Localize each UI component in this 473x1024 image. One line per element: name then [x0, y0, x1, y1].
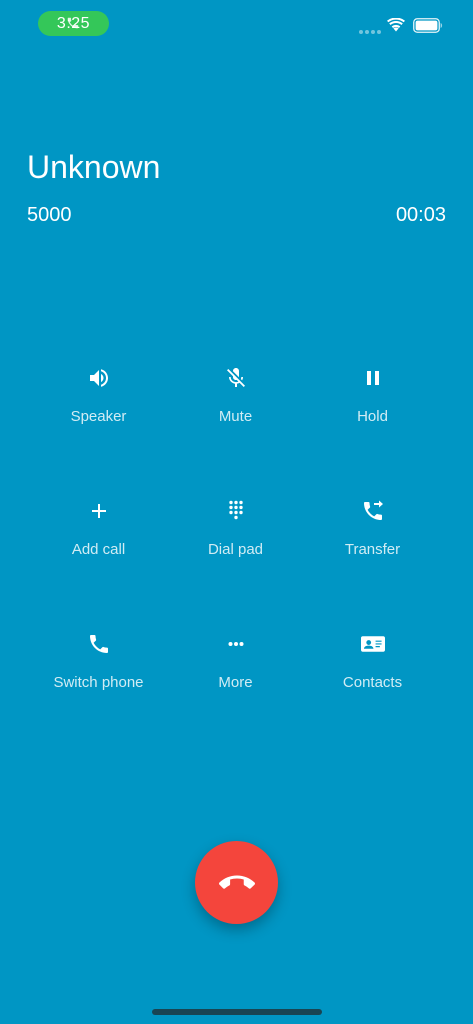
time-pill[interactable]: 3:25 [38, 11, 109, 36]
pause-icon [361, 366, 385, 390]
hang-up-icon [218, 875, 255, 889]
switch-phone-label: Switch phone [53, 674, 144, 691]
dial-pad-button[interactable]: Dial pad [167, 491, 304, 581]
call-transfer-icon [361, 499, 385, 523]
cellular-signal-icon [359, 30, 381, 34]
contacts-label: Contacts [342, 674, 403, 691]
caller-number: 5000 [27, 204, 72, 226]
more-dots-icon [224, 632, 248, 656]
wifi-icon [387, 18, 405, 32]
switch-phone-button[interactable]: Switch phone [30, 624, 167, 714]
mute-button[interactable]: Mute [167, 358, 304, 448]
more-button[interactable]: More [167, 624, 304, 714]
end-call-button[interactable] [195, 841, 278, 924]
dial-pad-label: Dial pad [207, 541, 264, 558]
speaker-label: Speaker [70, 408, 127, 425]
transfer-button[interactable]: Transfer [304, 491, 441, 581]
caller-name: Unknown [27, 149, 161, 185]
status-bar: 3:25 [0, 0, 473, 48]
hold-label: Hold [357, 408, 388, 425]
speaker-button[interactable]: Speaker [30, 358, 167, 448]
contact-card-icon [360, 632, 385, 656]
speaker-icon [87, 366, 111, 390]
home-indicator[interactable] [152, 1009, 322, 1015]
call-duration: 00:03 [395, 204, 446, 226]
dialpad-icon [224, 499, 248, 523]
contacts-button[interactable]: Contacts [304, 624, 441, 714]
add-call-label: Add call [71, 541, 126, 558]
battery-icon [413, 18, 443, 33]
phone-icon [87, 632, 111, 656]
phone-icon [67, 17, 79, 29]
mic-off-icon [224, 366, 248, 390]
mute-label: Mute [218, 408, 253, 425]
more-label: More [218, 674, 253, 691]
transfer-label: Transfer [344, 541, 401, 558]
add-call-button[interactable]: Add call [30, 491, 167, 581]
plus-icon [87, 499, 111, 523]
hold-button[interactable]: Hold [304, 358, 441, 448]
